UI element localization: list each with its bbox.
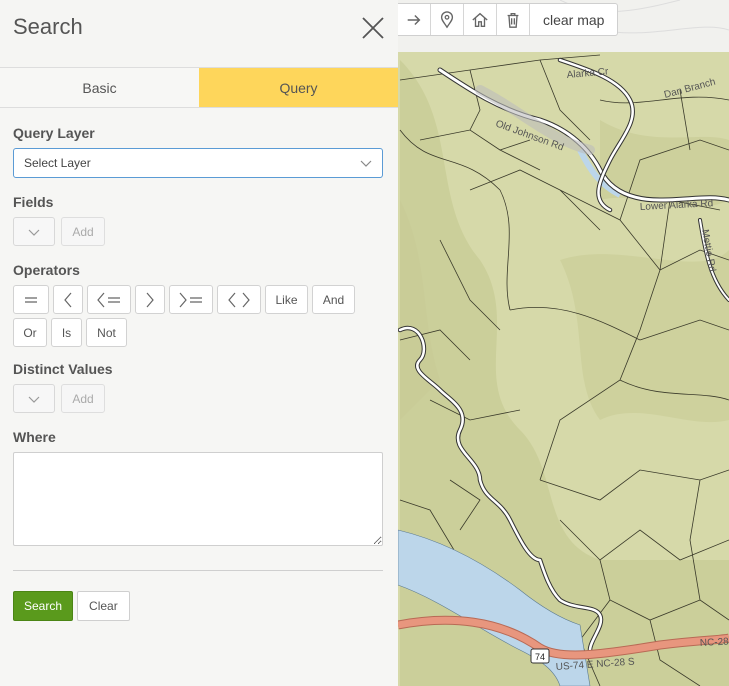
map-pin-icon[interactable] [431, 4, 464, 35]
operators-label: Operators [13, 262, 80, 278]
map-toolbar: clear map [398, 3, 619, 36]
close-icon[interactable] [360, 15, 386, 41]
distinct-values-add-button[interactable]: Add [61, 384, 105, 413]
arrow-right-icon[interactable] [398, 4, 431, 35]
operator-not-equal-button[interactable] [217, 285, 261, 314]
distinct-values-label: Distinct Values [13, 361, 113, 377]
operator-greater-equal-button[interactable] [169, 285, 213, 314]
query-form: Query Layer Select Layer Fields Add Oper… [0, 125, 398, 621]
query-layer-label: Query Layer [13, 125, 95, 141]
fields-select[interactable] [13, 217, 55, 246]
fields-label: Fields [13, 194, 54, 210]
home-icon[interactable] [464, 4, 497, 35]
operator-or-button[interactable]: Or [13, 318, 47, 347]
distinct-values-select[interactable] [13, 384, 55, 413]
operator-less-equal-button[interactable] [87, 285, 131, 314]
where-label: Where [13, 429, 56, 445]
query-layer-select[interactable]: Select Layer [13, 148, 383, 178]
svg-text:74: 74 [535, 652, 545, 662]
operator-is-button[interactable]: Is [51, 318, 82, 347]
where-input[interactable] [13, 452, 383, 546]
search-panel: Search Basic Query Query Layer Select La… [0, 0, 398, 686]
operator-like-button[interactable]: Like [265, 285, 308, 314]
chevron-down-icon [28, 229, 40, 236]
search-button[interactable]: Search [13, 591, 74, 621]
chevron-down-icon [28, 396, 40, 403]
route-shield: 74 [530, 648, 550, 664]
tab-query[interactable]: Query [199, 68, 398, 107]
tab-bar: Basic Query [0, 67, 398, 108]
operator-not-button[interactable]: Not [86, 318, 127, 347]
operator-equals-button[interactable] [13, 285, 49, 314]
road-label: NC-28 [700, 636, 729, 649]
panel-header: Search [0, 0, 398, 67]
trash-icon[interactable] [497, 4, 530, 35]
chevron-down-icon [360, 160, 372, 167]
divider [13, 570, 383, 571]
clear-map-button[interactable]: clear map [530, 4, 617, 35]
tab-basic[interactable]: Basic [0, 68, 199, 107]
clear-button[interactable]: Clear [77, 591, 130, 621]
fields-add-button[interactable]: Add [61, 217, 105, 246]
query-layer-value: Select Layer [24, 156, 91, 170]
operator-and-button[interactable]: And [312, 285, 355, 314]
panel-title: Search [13, 14, 83, 39]
operator-less-than-button[interactable] [53, 285, 83, 314]
operator-greater-than-button[interactable] [135, 285, 165, 314]
